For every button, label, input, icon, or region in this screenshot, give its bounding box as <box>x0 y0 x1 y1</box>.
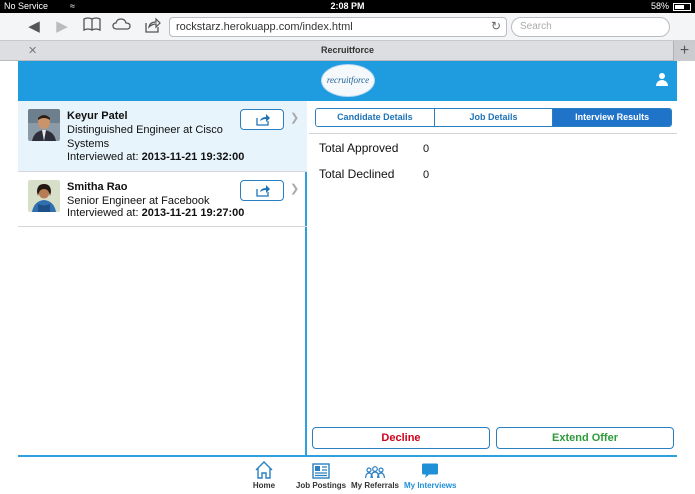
nav-job-postings[interactable]: Job Postings <box>293 459 349 493</box>
forward-candidate-button[interactable] <box>240 180 284 201</box>
clock: 2:08 PM <box>330 1 365 11</box>
search-input[interactable] <box>520 21 660 32</box>
chevron-right-icon: ❯ <box>290 112 300 124</box>
interviewed-label: Interviewed at: <box>67 207 139 219</box>
share-icon[interactable] <box>142 17 162 37</box>
tab-candidate-details[interactable]: Candidate Details <box>316 109 435 126</box>
back-icon[interactable]: ◀ <box>24 17 44 37</box>
interviewed-date: 2013-11-21 19:27:00 <box>141 207 245 219</box>
interviews-icon <box>404 459 456 479</box>
tab-title[interactable]: Recruitforce <box>0 45 695 55</box>
forward-icon[interactable]: ▶ <box>52 17 72 37</box>
battery-icon <box>673 3 691 11</box>
interviewed-label: Interviewed at: <box>67 151 139 163</box>
interviewed-at: Interviewed at: 2013-11-21 19:27:00 <box>67 207 244 219</box>
nav-my-referrals-label: My Referrals <box>350 481 400 490</box>
interviewed-date: 2013-11-21 19:32:00 <box>141 151 245 163</box>
list-item[interactable]: Keyur Patel Distinguished Engineer at Ci… <box>18 101 307 172</box>
list-item[interactable]: Smitha Rao Senior Engineer at Facebook I… <box>18 172 307 227</box>
nav-my-interviews[interactable]: My Interviews <box>404 459 456 493</box>
reload-icon[interactable]: ↻ <box>491 19 501 33</box>
home-icon <box>246 459 282 479</box>
status-bar: No Service ≈ 2:08 PM 58% <box>0 0 695 13</box>
chevron-right-icon: ❯ <box>290 183 300 195</box>
cloud-tabs-icon[interactable] <box>112 17 132 37</box>
candidate-list: Keyur Patel Distinguished Engineer at Ci… <box>18 101 307 455</box>
forward-candidate-button[interactable] <box>240 109 284 130</box>
divider <box>309 133 677 134</box>
share-icon <box>255 184 271 202</box>
referrals-icon <box>350 459 400 479</box>
total-approved-value: 0 <box>423 143 430 155</box>
nav-home[interactable]: Home <box>246 459 282 493</box>
nav-my-interviews-label: My Interviews <box>404 481 457 490</box>
candidate-title: Distinguished Engineer at Cisco Systems <box>67 124 223 150</box>
tab-job-details[interactable]: Job Details <box>434 109 554 126</box>
browser-toolbar: ◀ ▶ rockstarz.herokuapp.com/index.html ↻ <box>0 13 695 40</box>
decline-button[interactable]: Decline <box>312 427 490 449</box>
detail-tabs: Candidate Details Job Details Interview … <box>315 108 672 127</box>
extend-offer-button[interactable]: Extend Offer <box>496 427 674 449</box>
url-text: rockstarz.herokuapp.com/index.html <box>176 21 353 33</box>
search-field[interactable] <box>511 17 670 37</box>
nav-my-referrals[interactable]: My Referrals <box>350 459 400 493</box>
total-approved-label: Total Approved <box>319 141 399 155</box>
app-header: recruitforce <box>18 61 677 101</box>
bottom-nav: Home Job Postings My Referrals My Interv… <box>18 455 677 494</box>
logo-text: recruitforce <box>326 75 370 85</box>
nav-job-postings-label: Job Postings <box>295 481 347 490</box>
battery-percent: 58% <box>650 1 669 11</box>
bookmarks-icon[interactable] <box>82 17 102 37</box>
job-postings-icon <box>293 459 349 479</box>
url-bar[interactable]: rockstarz.herokuapp.com/index.html ↻ <box>169 17 507 37</box>
total-declined-label: Total Declined <box>319 167 395 181</box>
user-icon[interactable] <box>655 73 669 87</box>
recruitforce-logo: recruitforce <box>321 64 375 97</box>
candidate-name: Keyur Patel <box>67 110 128 122</box>
avatar <box>28 109 60 141</box>
browser-tab-bar: ✕ Recruitforce + <box>0 40 695 61</box>
new-tab-icon[interactable]: + <box>673 41 695 61</box>
candidate-name: Smitha Rao <box>67 181 128 193</box>
tab-interview-results[interactable]: Interview Results <box>553 109 671 126</box>
total-declined-value: 0 <box>423 169 430 181</box>
candidate-detail-pane: Candidate Details Job Details Interview … <box>309 101 677 455</box>
avatar <box>28 180 60 212</box>
nav-home-label: Home <box>252 481 276 490</box>
share-icon <box>255 113 271 131</box>
interviewed-at: Interviewed at: 2013-11-21 19:32:00 <box>67 151 244 163</box>
candidate-title: Senior Engineer at Facebook <box>67 195 210 207</box>
